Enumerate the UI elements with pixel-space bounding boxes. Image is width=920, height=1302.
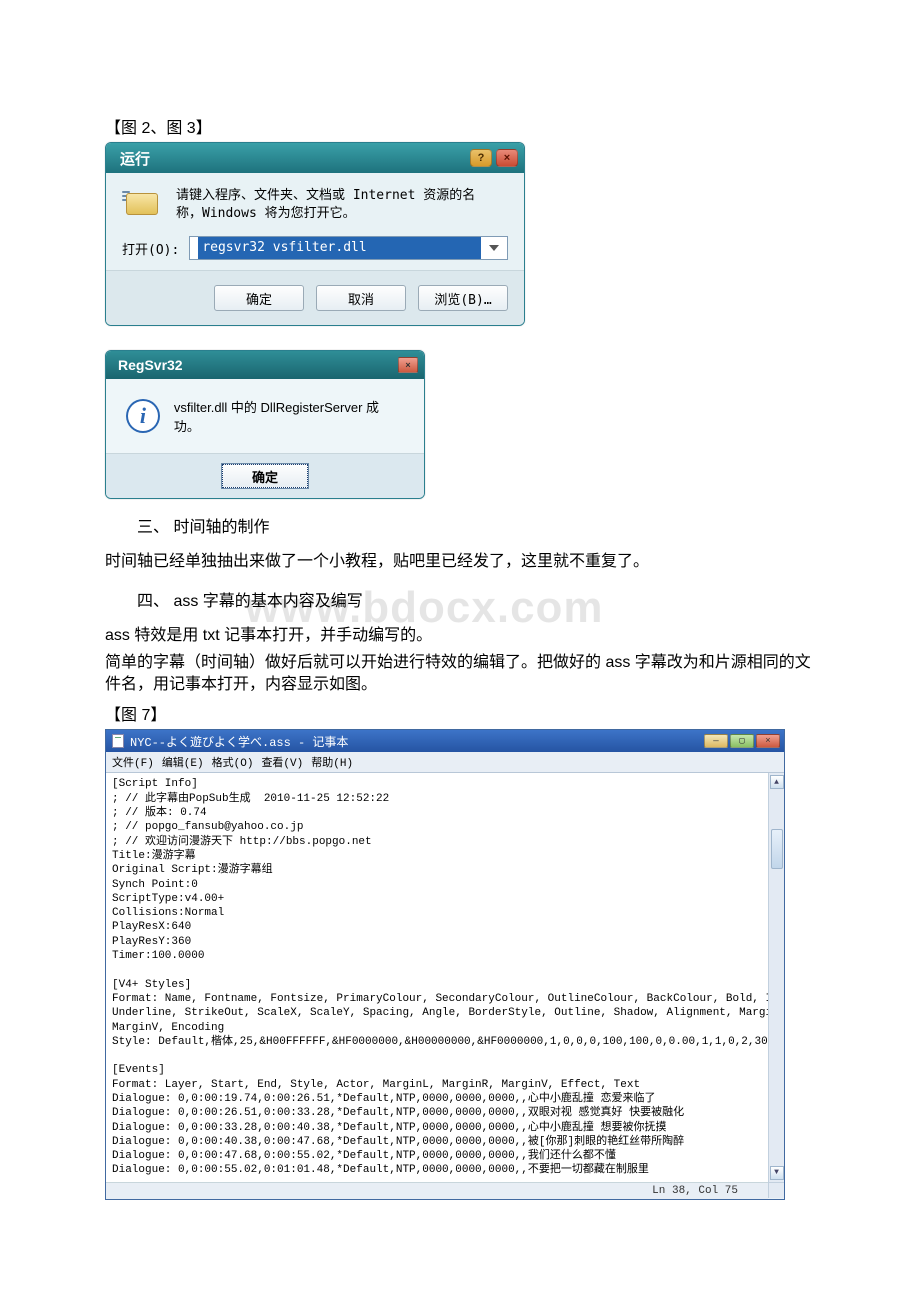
scroll-down-button[interactable]: ▼ — [770, 1166, 784, 1180]
notepad-window: NYC--よく遊びよく学べ.ass - 记事本 — ▢ × 文件(F) 编辑(E… — [105, 729, 785, 1199]
resize-grip[interactable] — [768, 1182, 784, 1198]
run-dialog-titlebar: 运行 ? × — [106, 143, 524, 173]
paragraph: ass 特效是用 txt 记事本打开，并手动编写的。 — [105, 625, 815, 647]
open-input[interactable]: regsvr32 vsfilter.dll — [189, 236, 508, 260]
regsvr32-dialog: RegSvr32 × i vsfilter.dll 中的 DllRegister… — [105, 350, 425, 499]
ok-button[interactable]: 确定 — [222, 464, 308, 488]
paragraph: 时间轴已经单独抽出来做了一个小教程，贴吧里已经发了，这里就不重复了。 — [105, 551, 815, 573]
vertical-scrollbar[interactable]: ▲ ▼ — [768, 773, 784, 1181]
notepad-statusbar: Ln 38, Col 75 — [106, 1182, 768, 1199]
info-icon: i — [126, 399, 160, 433]
section-3-heading: 三、 时间轴的制作 — [105, 513, 815, 537]
menu-edit[interactable]: 编辑(E) — [162, 754, 204, 770]
run-dialog-title: 运行 — [120, 148, 150, 169]
cancel-button[interactable]: 取消 — [316, 285, 406, 311]
close-button[interactable]: × — [496, 149, 518, 167]
menu-format[interactable]: 格式(O) — [212, 754, 254, 770]
run-dialog-message: 请键入程序、文件夹、文档或 Internet 资源的名 称，Windows 将为… — [176, 187, 475, 222]
ok-button[interactable]: 确定 — [214, 285, 304, 311]
notepad-title: NYC--よく遊びよく学べ.ass - 记事本 — [130, 733, 348, 750]
close-button[interactable]: × — [398, 357, 418, 373]
notepad-menubar: 文件(F) 编辑(E) 格式(O) 查看(V) 帮助(H) — [106, 752, 784, 773]
paragraph: 简单的字幕（时间轴）做好后就可以开始进行特效的编辑了。把做好的 ass 字幕改为… — [105, 652, 815, 695]
notepad-icon — [112, 734, 124, 748]
cursor-position: Ln 38, Col 75 — [652, 1185, 738, 1197]
scroll-up-button[interactable]: ▲ — [770, 775, 784, 789]
maximize-button[interactable]: ▢ — [730, 734, 754, 748]
open-label: 打开(O): — [122, 239, 179, 258]
minimize-button[interactable]: — — [704, 734, 728, 748]
regsvr32-message: vsfilter.dll 中的 DllRegisterServer 成功。 — [174, 397, 404, 435]
menu-view[interactable]: 查看(V) — [261, 754, 303, 770]
menu-file[interactable]: 文件(F) — [112, 754, 154, 770]
regsvr32-titlebar: RegSvr32 × — [106, 351, 424, 379]
regsvr32-title: RegSvr32 — [118, 357, 183, 373]
run-dialog: 运行 ? × 请键入程序、文件夹、文档或 Internet 资源的名 称，Win… — [105, 142, 525, 326]
run-icon — [122, 189, 162, 219]
help-button[interactable]: ? — [470, 149, 492, 167]
scroll-thumb[interactable] — [771, 829, 783, 869]
section-4-heading: 四、 ass 字幕的基本内容及编写 — [105, 587, 815, 611]
chevron-down-icon[interactable] — [489, 245, 499, 251]
browse-button[interactable]: 浏览(B)… — [418, 285, 508, 311]
notepad-titlebar: NYC--よく遊びよく学べ.ass - 记事本 — ▢ × — [106, 730, 784, 752]
open-input-value: regsvr32 vsfilter.dll — [198, 237, 481, 259]
figure-7-label: 【图 7】 — [105, 701, 815, 725]
menu-help[interactable]: 帮助(H) — [311, 754, 353, 770]
notepad-text-area[interactable]: [Script Info] ; // 此字幕由PopSub生成 2010-11-… — [106, 773, 768, 1181]
figure-23-label: 【图 2、图 3】 — [105, 114, 815, 138]
close-button[interactable]: × — [756, 734, 780, 748]
